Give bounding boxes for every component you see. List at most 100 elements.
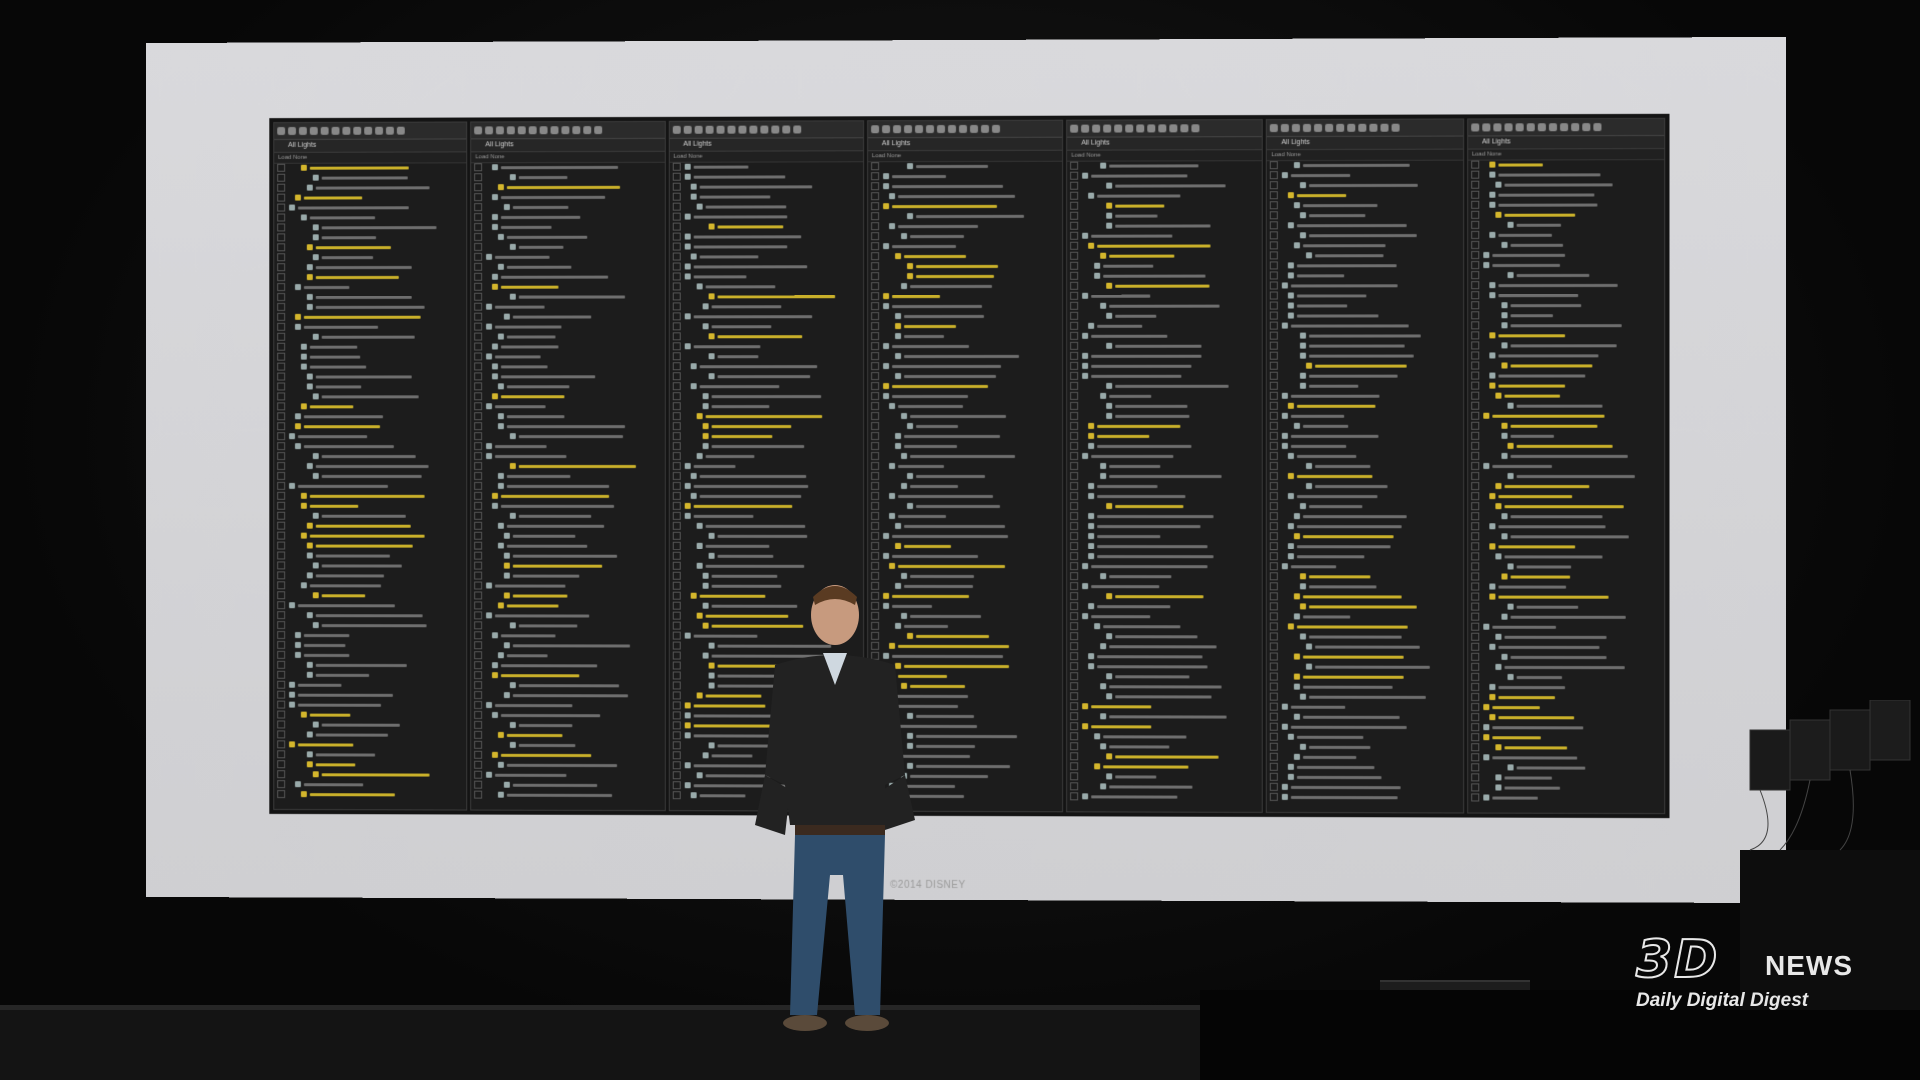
panel-toolbar <box>274 122 467 140</box>
row-checkbox <box>1270 652 1279 661</box>
light-icon <box>306 751 313 758</box>
row-label <box>501 225 552 229</box>
row-checkbox <box>1270 632 1279 641</box>
row-checkbox <box>1470 321 1479 330</box>
light-icon <box>1088 523 1095 530</box>
outliner-row <box>1267 220 1463 230</box>
light-icon <box>684 502 691 509</box>
row-label <box>1115 404 1188 408</box>
outliner-row <box>1468 421 1664 431</box>
row-checkbox <box>277 491 286 500</box>
row-checkbox <box>1270 181 1279 190</box>
row-checkbox <box>672 392 681 401</box>
light-icon <box>1282 563 1289 570</box>
panel-title: All Lights <box>1267 136 1463 151</box>
row-checkbox <box>474 691 483 700</box>
row-checkbox <box>474 392 483 401</box>
outliner-row <box>274 670 466 680</box>
outliner-row <box>1267 361 1463 371</box>
toolbar-icon <box>1504 123 1513 132</box>
light-icon <box>1300 743 1307 750</box>
row-label <box>705 524 805 528</box>
light-icon <box>498 761 505 768</box>
row-label <box>717 224 783 229</box>
light-icon <box>1489 161 1496 168</box>
light-icon <box>486 323 493 330</box>
outliner-row <box>669 311 863 321</box>
row-label <box>501 633 556 637</box>
light-icon <box>1495 744 1502 751</box>
outliner-row <box>1468 370 1664 380</box>
light-icon <box>708 223 715 230</box>
row-checkbox <box>1270 552 1279 561</box>
panel-toolbar <box>1067 120 1263 138</box>
toolbar-icon <box>385 126 394 135</box>
outliner-row <box>1267 621 1463 631</box>
outliner-row <box>868 261 1062 271</box>
row-label <box>1297 775 1382 779</box>
light-icon <box>708 353 715 360</box>
light-icon <box>492 662 499 669</box>
row-checkbox <box>277 770 286 779</box>
light-icon <box>1288 523 1295 530</box>
light-icon <box>504 313 511 320</box>
outliner-row <box>274 640 466 650</box>
row-label <box>315 245 391 249</box>
light-icon <box>882 183 889 190</box>
outliner-row <box>1067 751 1262 762</box>
outliner-row <box>1267 792 1463 803</box>
light-icon <box>498 263 505 270</box>
row-checkbox <box>870 302 879 311</box>
toolbar-icon <box>936 125 945 134</box>
light-icon <box>1282 412 1289 419</box>
row-label <box>1498 645 1600 649</box>
row-checkbox <box>277 332 286 341</box>
outliner-row <box>1468 762 1664 773</box>
row-label <box>1309 333 1422 338</box>
light-icon <box>1106 382 1113 389</box>
outliner-row <box>669 271 863 281</box>
light-icon <box>306 761 313 768</box>
outliner-row <box>1067 421 1262 431</box>
row-label <box>495 325 562 329</box>
row-checkbox <box>1070 291 1079 300</box>
row-label <box>321 175 408 180</box>
light-icon <box>1082 332 1089 339</box>
light-icon <box>1288 733 1295 740</box>
row-checkbox <box>1070 281 1079 290</box>
row-label <box>1109 784 1193 789</box>
row-label <box>705 204 786 209</box>
light-icon <box>1082 372 1089 379</box>
row-label <box>705 414 822 418</box>
row-label <box>1309 183 1419 187</box>
row-checkbox <box>1470 261 1479 270</box>
row-label <box>1115 754 1219 759</box>
row-checkbox <box>1070 411 1079 420</box>
row-label <box>1498 233 1552 237</box>
light-icon <box>1489 201 1496 208</box>
outliner-row <box>471 551 664 561</box>
row-checkbox <box>870 551 879 560</box>
light-icon <box>300 502 307 509</box>
row-checkbox <box>1270 622 1279 631</box>
outliner-row <box>1468 230 1664 240</box>
row-label <box>717 334 802 338</box>
row-label <box>1303 715 1401 719</box>
row-checkbox <box>277 322 286 331</box>
row-checkbox <box>474 730 483 739</box>
outliner-row <box>868 341 1062 351</box>
row-label <box>315 762 356 766</box>
row-label <box>891 294 940 298</box>
light-icon <box>1306 462 1313 469</box>
light-icon <box>1300 342 1307 349</box>
outliner-row <box>471 780 664 790</box>
outliner-row <box>274 600 466 610</box>
outliner-row <box>274 441 466 451</box>
light-icon <box>306 274 313 281</box>
row-label <box>507 524 605 528</box>
row-checkbox <box>1470 682 1479 691</box>
light-icon <box>1288 553 1295 560</box>
light-icon <box>690 792 697 799</box>
row-checkbox <box>1470 492 1479 501</box>
row-label <box>891 244 956 248</box>
